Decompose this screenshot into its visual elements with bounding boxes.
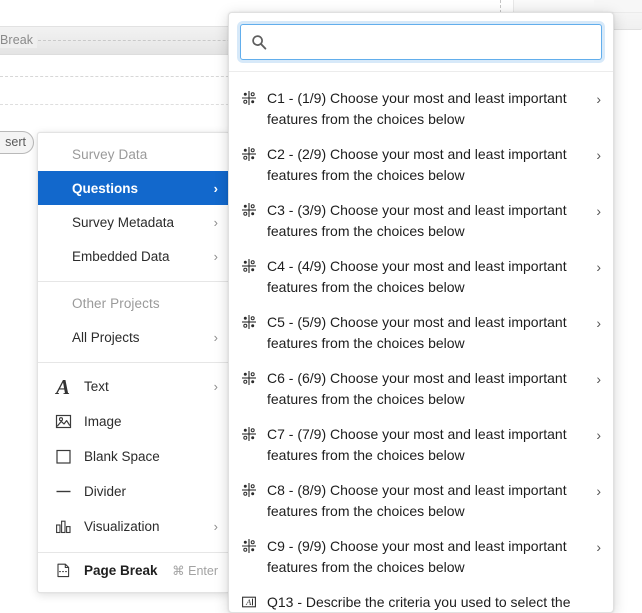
maxdiff-icon [240,481,258,499]
question-label: C3 - (3/9) Choose your most and least im… [267,202,567,239]
menu-item-label: Image [84,414,122,429]
question-label: C9 - (9/9) Choose your most and least im… [267,538,567,575]
maxdiff-icon [240,201,258,219]
section-heading-survey-data: Survey Data [72,147,148,162]
search-box[interactable] [240,24,602,60]
list-item[interactable]: C9 - (9/9) Choose your most and least im… [229,529,613,585]
maxdiff-icon [240,313,258,331]
sidebar-item-survey-metadata[interactable]: Survey Metadata › [38,205,229,239]
menu-item-label: Visualization [84,519,160,534]
maxdiff-icon [240,89,258,107]
chevron-right-icon: › [213,329,218,345]
chevron-right-icon: › [213,519,218,534]
search-input[interactable] [276,27,591,57]
list-item[interactable]: A Q13 - Describe the criteria you used t… [229,585,613,612]
list-item[interactable]: C5 - (5/9) Choose your most and least im… [229,305,613,361]
question-options-list[interactable]: C1 - (1/9) Choose your most and least im… [229,72,613,612]
blank-square-icon [51,446,75,468]
sidebar-item-label: All Projects [72,329,140,345]
canvas-page-break-label: Break [0,33,38,48]
menu-item-label: Blank Space [84,449,160,464]
list-item[interactable]: C4 - (4/9) Choose your most and least im… [229,249,613,305]
sidebar-item-embedded-data[interactable]: Embedded Data › [38,239,229,273]
keyboard-shortcut-hint: ⌘ Enter [172,564,218,578]
bar-chart-icon [51,516,75,538]
menu-item-visualization[interactable]: Visualization › [38,509,229,544]
maxdiff-icon [240,257,258,275]
question-label: C6 - (6/9) Choose your most and least im… [267,370,567,407]
question-label: C5 - (5/9) Choose your most and least im… [267,314,567,351]
chevron-right-icon: › [596,483,601,499]
sidebar-item-label: Embedded Data [72,248,170,264]
chevron-right-icon: › [596,315,601,331]
section-heading-other-projects: Other Projects [72,296,160,311]
sidebar-item-questions[interactable]: Questions › [38,171,229,205]
question-label: C2 - (2/9) Choose your most and least im… [267,146,567,183]
list-item[interactable]: C6 - (6/9) Choose your most and least im… [229,361,613,417]
menu-item-divider[interactable]: Divider [38,474,229,509]
question-picker-dropdown: C1 - (1/9) Choose your most and least im… [228,12,614,613]
menu-item-label: Page Break [84,563,158,578]
insert-button[interactable]: sert [0,131,34,154]
question-label: C1 - (1/9) Choose your most and least im… [267,90,567,127]
chevron-right-icon: › [213,214,218,230]
sidebar-item-label: Survey Metadata [72,214,175,230]
chevron-right-icon: › [213,379,218,394]
sidebar-item-all-projects[interactable]: All Projects › [38,320,229,354]
question-label: C4 - (4/9) Choose your most and least im… [267,258,567,295]
sidebar-item-label: Questions [72,180,139,196]
serif-a-icon: A [55,374,70,399]
list-item[interactable]: C7 - (7/9) Choose your most and least im… [229,417,613,473]
menu-item-text[interactable]: A Text › [38,369,229,404]
text-entry-icon: A [240,593,258,611]
chevron-right-icon: › [213,248,218,264]
maxdiff-icon [240,425,258,443]
menu-item-page-break[interactable]: Page Break ⌘ Enter [38,553,229,588]
chevron-right-icon: › [596,259,601,275]
screen-root: Break sert Survey Data Questions › Surve… [0,0,642,613]
menu-item-label: Divider [84,484,127,499]
chevron-right-icon: › [596,371,601,387]
menu-item-label: Text [84,379,109,394]
chevron-right-icon: › [596,539,601,555]
chevron-right-icon: › [596,91,601,107]
maxdiff-icon [240,369,258,387]
page-break-icon [51,560,75,582]
image-icon [51,411,75,433]
insert-menu-panel: Survey Data Questions › Survey Metadata … [37,132,230,593]
list-item[interactable]: C2 - (2/9) Choose your most and least im… [229,137,613,193]
question-label: C8 - (8/9) Choose your most and least im… [267,482,567,519]
menu-item-blank-space[interactable]: Blank Space [38,439,229,474]
list-item[interactable]: C8 - (8/9) Choose your most and least im… [229,473,613,529]
menu-item-image[interactable]: Image [38,404,229,439]
list-item[interactable]: C1 - (1/9) Choose your most and least im… [229,81,613,137]
search-icon [251,34,267,50]
maxdiff-icon [240,145,258,163]
list-item[interactable]: C3 - (3/9) Choose your most and least im… [229,193,613,249]
divider-icon [51,481,75,503]
search-bar-container [229,13,613,72]
question-label: C7 - (7/9) Choose your most and least im… [267,426,567,463]
question-label: Q13 - Describe the criteria you used to … [267,594,571,610]
chevron-right-icon: › [213,180,218,196]
svg-text:A: A [245,598,252,607]
chevron-right-icon: › [596,203,601,219]
chevron-right-icon: › [596,427,601,443]
chevron-right-icon: › [596,147,601,163]
maxdiff-icon [240,537,258,555]
